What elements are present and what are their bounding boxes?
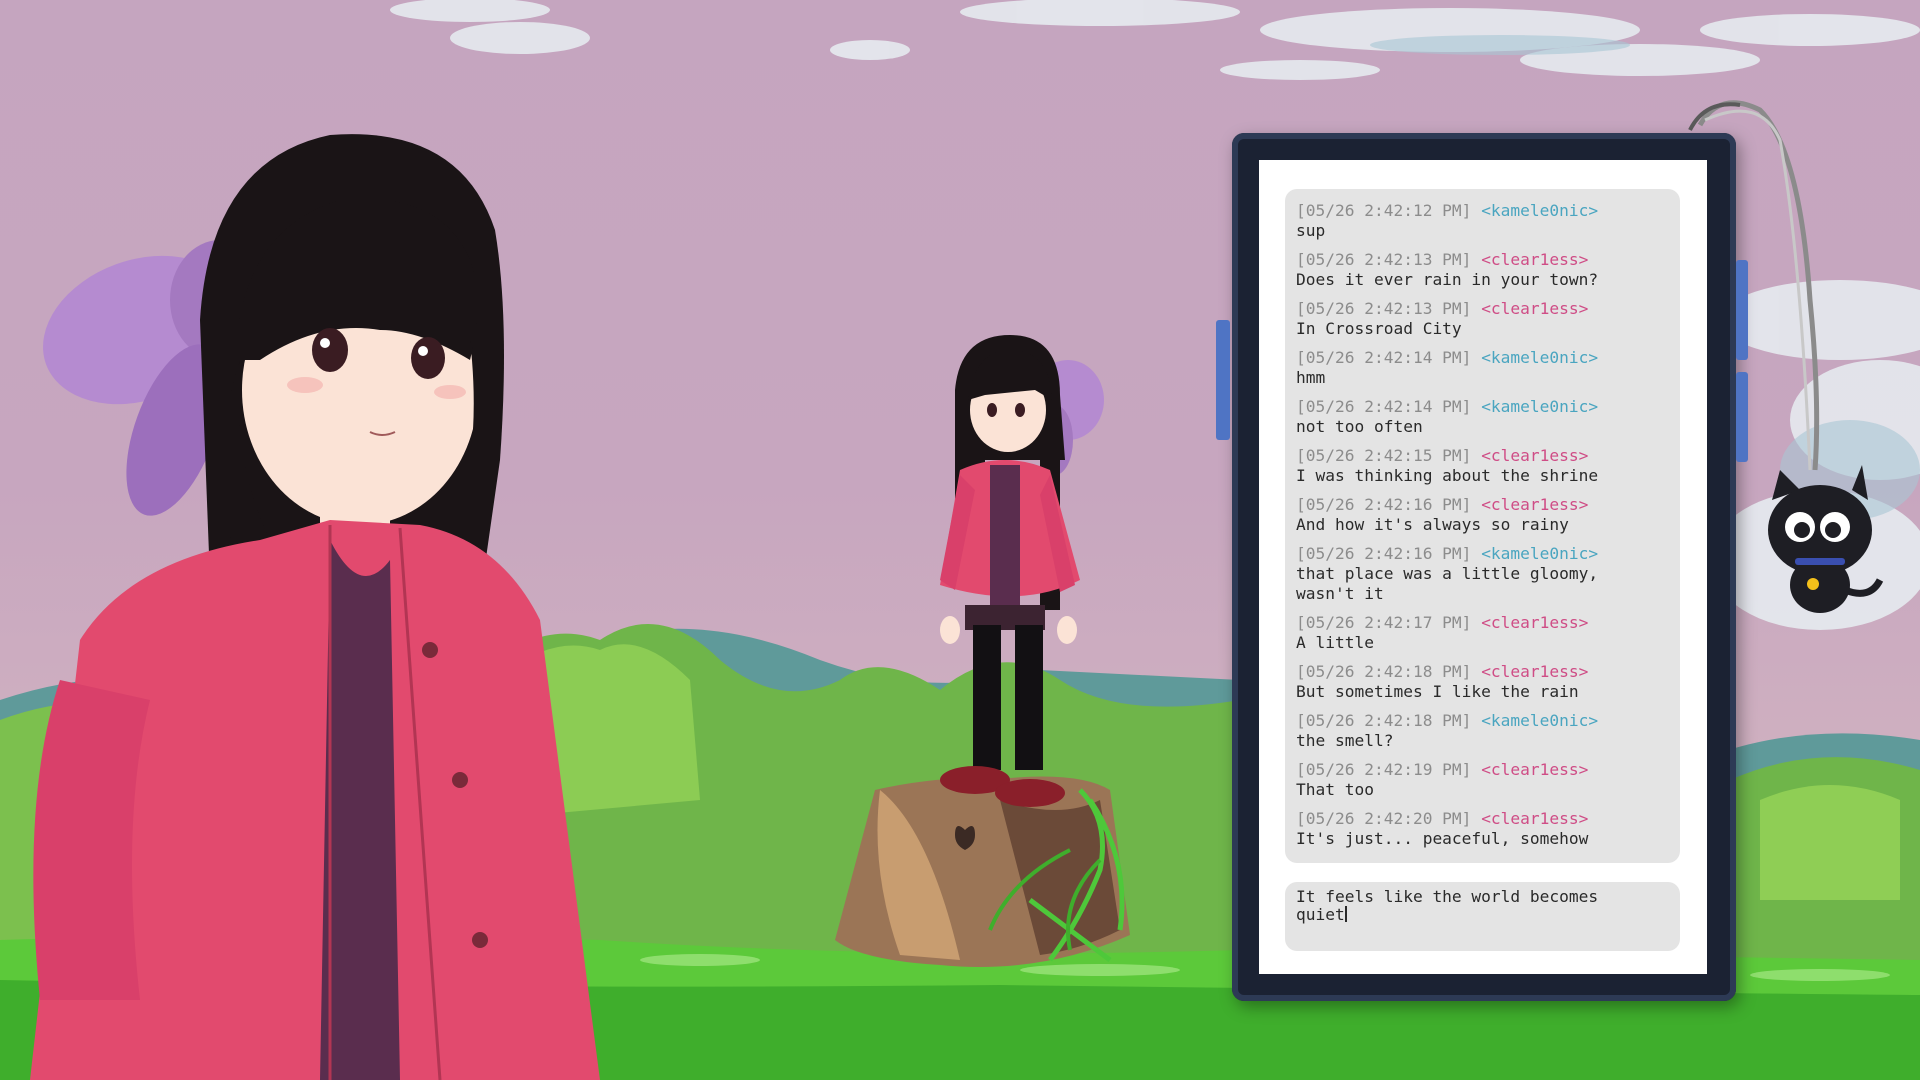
chat-message: [05/26 2:42:17 PM] <clear1ess>A little [1296, 613, 1669, 653]
chat-message: [05/26 2:42:16 PM] <clear1ess>And how it… [1296, 495, 1669, 535]
message-text: In Crossroad City [1296, 319, 1669, 339]
chat-message-header: [05/26 2:42:12 PM] <kamele0nic> [1296, 201, 1669, 221]
message-timestamp: [05/26 2:42:20 PM] [1296, 809, 1471, 828]
message-username: <clear1ess> [1481, 809, 1588, 828]
message-username: <clear1ess> [1481, 495, 1588, 514]
message-username: <clear1ess> [1481, 250, 1588, 269]
message-text: Does it ever rain in your town? [1296, 270, 1669, 290]
chat-message: [05/26 2:42:13 PM] <clear1ess>Does it ev… [1296, 250, 1669, 290]
chat-message: [05/26 2:42:19 PM] <clear1ess>That too [1296, 760, 1669, 800]
chat-log[interactable]: [05/26 2:42:12 PM] <kamele0nic>sup[05/26… [1285, 189, 1680, 863]
message-text: that place was a little gloomy, wasn't i… [1296, 564, 1669, 604]
message-text: hmm [1296, 368, 1669, 388]
chat-message-header: [05/26 2:42:14 PM] <kamele0nic> [1296, 348, 1669, 368]
message-username: <kamele0nic> [1481, 397, 1598, 416]
chat-message: [05/26 2:42:18 PM] <kamele0nic>the smell… [1296, 711, 1669, 751]
message-timestamp: [05/26 2:42:14 PM] [1296, 397, 1471, 416]
chat-message-header: [05/26 2:42:16 PM] <kamele0nic> [1296, 544, 1669, 564]
chat-input-text: It feels like the world becomes quiet [1296, 888, 1666, 924]
message-text: That too [1296, 780, 1669, 800]
chat-message-header: [05/26 2:42:18 PM] <clear1ess> [1296, 662, 1669, 682]
phone-side-button-left [1216, 320, 1230, 440]
phone-side-button-right-top [1736, 260, 1748, 360]
chat-message-header: [05/26 2:42:18 PM] <kamele0nic> [1296, 711, 1669, 731]
chat-message-header: [05/26 2:42:13 PM] <clear1ess> [1296, 299, 1669, 319]
chat-message-header: [05/26 2:42:13 PM] <clear1ess> [1296, 250, 1669, 270]
chat-message: [05/26 2:42:15 PM] <clear1ess>I was thin… [1296, 446, 1669, 486]
chat-input[interactable]: It feels like the world becomes quiet [1285, 882, 1680, 951]
message-username: <kamele0nic> [1481, 544, 1598, 563]
chat-message: [05/26 2:42:13 PM] <clear1ess>In Crossro… [1296, 299, 1669, 339]
message-timestamp: [05/26 2:42:12 PM] [1296, 201, 1471, 220]
message-text: I was thinking about the shrine [1296, 466, 1669, 486]
message-username: <clear1ess> [1481, 613, 1588, 632]
message-username: <clear1ess> [1481, 662, 1588, 681]
message-timestamp: [05/26 2:42:13 PM] [1296, 299, 1471, 318]
chat-message-header: [05/26 2:42:16 PM] <clear1ess> [1296, 495, 1669, 515]
message-username: <clear1ess> [1481, 760, 1588, 779]
chat-message-header: [05/26 2:42:15 PM] <clear1ess> [1296, 446, 1669, 466]
message-timestamp: [05/26 2:42:17 PM] [1296, 613, 1471, 632]
message-text: sup [1296, 221, 1669, 241]
black-cat-charm-icon [1768, 465, 1880, 613]
chat-message-header: [05/26 2:42:19 PM] <clear1ess> [1296, 760, 1669, 780]
message-timestamp: [05/26 2:42:18 PM] [1296, 662, 1471, 681]
message-text: A little [1296, 633, 1669, 653]
chat-message: [05/26 2:42:12 PM] <kamele0nic>sup [1296, 201, 1669, 241]
message-text: It's just... peaceful, somehow [1296, 829, 1669, 849]
message-text: not too often [1296, 417, 1669, 437]
text-caret [1345, 906, 1347, 922]
chat-message-list: [05/26 2:42:12 PM] <kamele0nic>sup[05/26… [1285, 189, 1680, 849]
message-username: <clear1ess> [1481, 446, 1588, 465]
message-username: <kamele0nic> [1481, 348, 1598, 367]
message-text: the smell? [1296, 731, 1669, 751]
message-timestamp: [05/26 2:42:19 PM] [1296, 760, 1471, 779]
chat-message: [05/26 2:42:14 PM] <kamele0nic>hmm [1296, 348, 1669, 388]
chat-message: [05/26 2:42:16 PM] <kamele0nic>that plac… [1296, 544, 1669, 604]
message-username: <clear1ess> [1481, 299, 1588, 318]
chat-message: [05/26 2:42:14 PM] <kamele0nic>not too o… [1296, 397, 1669, 437]
chat-message: [05/26 2:42:18 PM] <clear1ess>But someti… [1296, 662, 1669, 702]
message-username: <kamele0nic> [1481, 711, 1598, 730]
message-timestamp: [05/26 2:42:14 PM] [1296, 348, 1471, 367]
message-timestamp: [05/26 2:42:16 PM] [1296, 495, 1471, 514]
message-timestamp: [05/26 2:42:18 PM] [1296, 711, 1471, 730]
message-username: <kamele0nic> [1481, 201, 1598, 220]
message-timestamp: [05/26 2:42:13 PM] [1296, 250, 1471, 269]
message-text: But sometimes I like the rain [1296, 682, 1669, 702]
message-text: And how it's always so rainy [1296, 515, 1669, 535]
chat-message-header: [05/26 2:42:20 PM] <clear1ess> [1296, 809, 1669, 829]
chat-message-header: [05/26 2:42:17 PM] <clear1ess> [1296, 613, 1669, 633]
message-timestamp: [05/26 2:42:16 PM] [1296, 544, 1471, 563]
chat-message-header: [05/26 2:42:14 PM] <kamele0nic> [1296, 397, 1669, 417]
chat-input-value: It feels like the world becomes quiet [1296, 887, 1598, 924]
phone-side-button-right-bottom [1736, 372, 1748, 462]
chat-message: [05/26 2:42:20 PM] <clear1ess>It's just.… [1296, 809, 1669, 849]
message-timestamp: [05/26 2:42:15 PM] [1296, 446, 1471, 465]
